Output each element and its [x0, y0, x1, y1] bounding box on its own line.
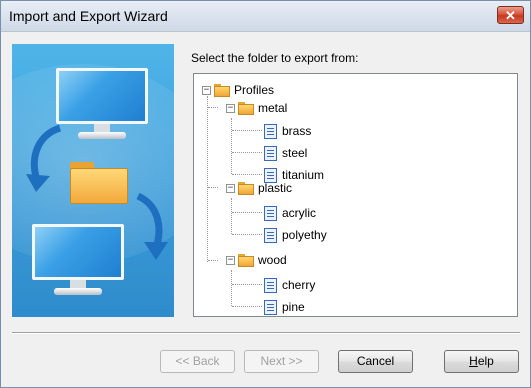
tree-node-label: steel [282, 146, 308, 160]
folder-icon [214, 83, 230, 97]
footer-divider [12, 332, 520, 334]
tree-node-metal[interactable]: − metal [226, 98, 287, 118]
tree-node-label: pine [282, 300, 305, 314]
document-icon [264, 205, 277, 221]
window-title: Import and Export Wizard [9, 8, 168, 24]
tree-node-label: metal [258, 101, 288, 115]
cancel-button[interactable]: Cancel [338, 350, 413, 373]
tree-node-label: cherry [282, 278, 316, 292]
collapse-toggle-icon[interactable]: − [226, 103, 235, 113]
tree-node-label: plastic [258, 181, 293, 195]
document-icon [264, 123, 277, 139]
title-bar[interactable]: Import and Export Wizard ✕ [1, 1, 530, 32]
folder-tree[interactable]: − Profiles − metal brass steel titanium … [193, 73, 518, 317]
collapse-toggle-icon[interactable]: − [202, 85, 211, 95]
document-icon [264, 299, 277, 315]
tree-node-label: brass [282, 124, 312, 138]
document-icon [264, 227, 277, 243]
tree-node-brass[interactable]: brass [264, 121, 311, 141]
curved-arrow-down-left-icon [26, 124, 62, 192]
instruction-text: Select the folder to export from: [191, 51, 359, 65]
back-button[interactable]: << Back [160, 350, 235, 373]
folder-icon [238, 253, 254, 267]
tree-node-label: Profiles [234, 83, 275, 97]
tree-node-acrylic[interactable]: acrylic [264, 203, 316, 223]
next-button[interactable]: Next >> [244, 350, 319, 373]
help-button[interactable]: Help [444, 350, 519, 373]
document-icon [264, 145, 277, 161]
tree-node-label: polyethy [282, 228, 327, 242]
destination-monitor-icon [32, 224, 124, 296]
close-button[interactable]: ✕ [497, 6, 524, 24]
wizard-window: Import and Export Wizard ✕ Select the fo… [0, 0, 531, 388]
help-label-rest: elp [477, 354, 494, 368]
wizard-illustration [12, 44, 174, 317]
tree-node-cherry[interactable]: cherry [264, 275, 315, 295]
folder-icon [238, 101, 254, 115]
tree-node-pine[interactable]: pine [264, 297, 305, 316]
tree-node-wood[interactable]: − wood [226, 250, 287, 270]
tree-node-polyethy[interactable]: polyethy [264, 225, 327, 245]
document-icon [264, 277, 277, 293]
folder-icon [238, 181, 254, 195]
collapse-toggle-icon[interactable]: − [226, 255, 235, 265]
folder-transfer-icon [70, 162, 128, 204]
collapse-toggle-icon[interactable]: − [226, 183, 235, 193]
tree-node-plastic[interactable]: − plastic [226, 178, 292, 198]
tree-node-label: acrylic [282, 206, 317, 220]
help-mnemonic: H [469, 354, 478, 368]
tree-node-profiles[interactable]: − Profiles [202, 80, 274, 100]
curved-arrow-down-right-icon [136, 192, 168, 260]
tree-node-label: wood [258, 253, 287, 267]
tree-node-steel[interactable]: steel [264, 143, 307, 163]
